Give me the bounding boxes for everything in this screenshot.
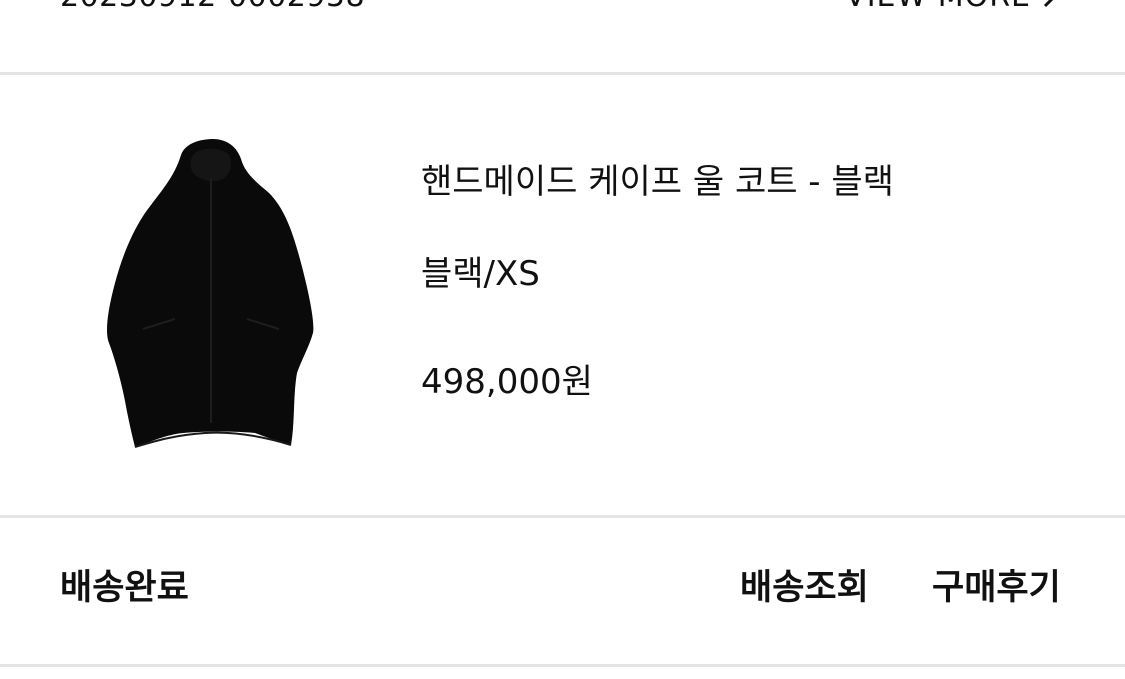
order-product-item[interactable]: 핸드메이드 케이프 울 코트 - 블랙 블랙/XS 498,000원 (0, 75, 1125, 518)
chevron-right-icon (1039, 0, 1061, 12)
delivery-status-label: 배송완료 (60, 568, 189, 608)
order-header: 20230912-0002958 VIEW MORE (0, 0, 1125, 75)
order-status-row: 배송완료 배송조회 구매후기 (0, 518, 1125, 667)
view-more-label: VIEW MORE (845, 0, 1031, 12)
order-number: 20230912-0002958 (60, 0, 365, 12)
product-price: 498,000원 (421, 362, 593, 402)
track-delivery-button[interactable]: 배송조회 (740, 570, 869, 606)
product-name[interactable]: 핸드메이드 케이프 울 코트 - 블랙 (421, 165, 894, 199)
view-more-link[interactable]: VIEW MORE (845, 0, 1061, 12)
product-option: 블랙/XS (421, 254, 540, 294)
product-thumbnail[interactable] (95, 133, 325, 453)
write-review-button[interactable]: 구매후기 (932, 570, 1061, 606)
